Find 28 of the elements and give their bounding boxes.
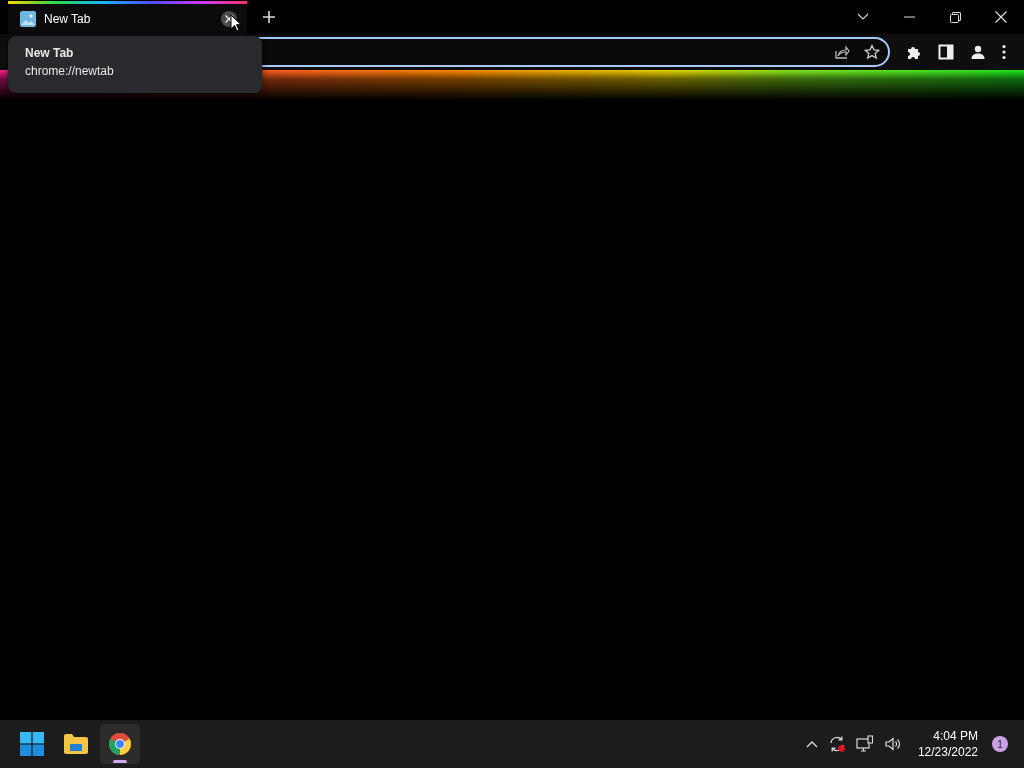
network-icon[interactable] — [855, 735, 874, 753]
puzzle-icon[interactable] — [906, 44, 922, 60]
windows-icon — [20, 732, 44, 756]
taskbar-app-button[interactable] — [100, 724, 140, 764]
restore-icon — [949, 11, 961, 23]
profile-icon[interactable] — [970, 44, 986, 60]
plus-icon — [262, 10, 276, 24]
share-icon[interactable] — [834, 44, 850, 60]
menu-icon[interactable] — [1002, 44, 1006, 60]
close-icon — [995, 11, 1007, 23]
notification-badge[interactable]: 1 — [992, 736, 1008, 752]
browser-icon — [108, 732, 132, 756]
close-icon — [225, 15, 233, 23]
chevron-up-icon[interactable] — [805, 740, 818, 748]
clock[interactable]: 4:04 PM 12/23/2022 — [917, 728, 978, 760]
minimize-icon — [903, 16, 915, 18]
tooltip-url: chrome://newtab — [25, 64, 115, 78]
side-panel-icon[interactable] — [938, 44, 954, 60]
volume-icon[interactable] — [883, 735, 902, 753]
star-icon[interactable] — [864, 44, 880, 60]
browser-tab[interactable]: New Tab — [8, 1, 247, 34]
tab-title: New Tab — [44, 12, 92, 26]
sync-icon[interactable] — [827, 735, 846, 753]
folder-icon — [63, 733, 89, 755]
tooltip-title: New Tab — [25, 46, 75, 60]
chevron-down-icon — [857, 13, 869, 21]
mouse-cursor-icon — [230, 14, 242, 32]
image-icon — [20, 11, 36, 27]
